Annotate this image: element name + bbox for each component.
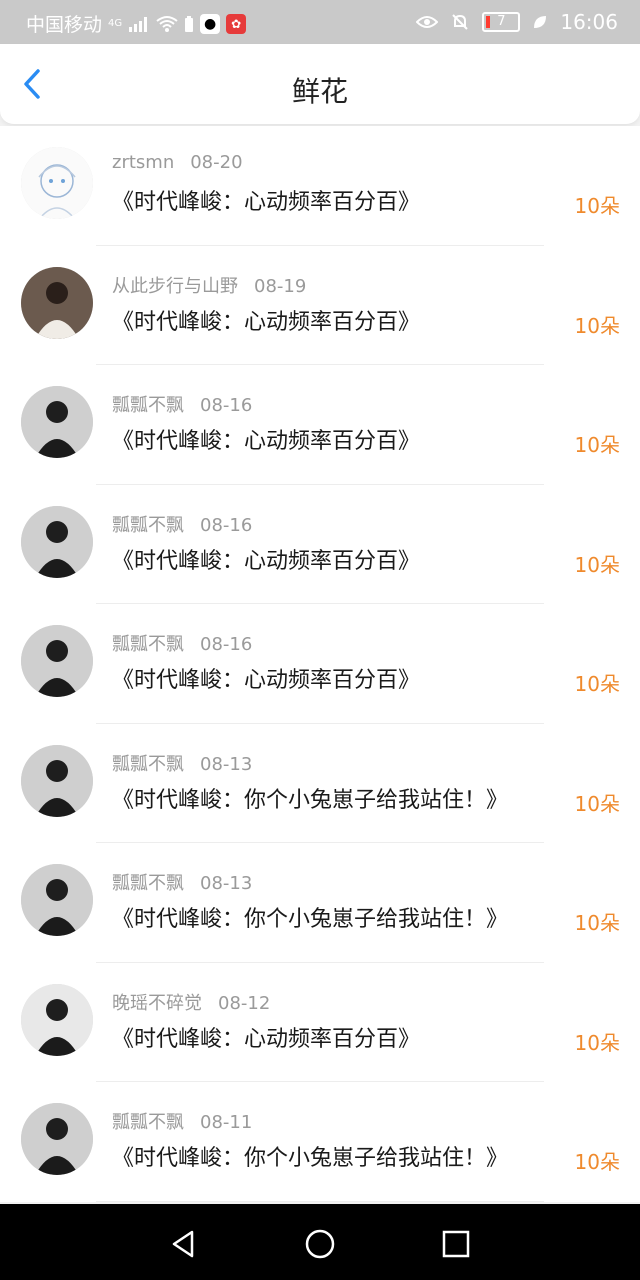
list-item[interactable]: 瓢瓢不飘 08-16 《时代峰峻：心动频率百分百》 10朵 <box>0 365 640 485</box>
record-meta: 瓢瓢不飘 08-11 <box>112 1108 252 1134</box>
book-title[interactable]: 《时代峰峻：心动频率百分百》 <box>112 1021 420 1053</box>
leaf-icon <box>532 14 548 30</box>
avatar[interactable] <box>21 864 93 936</box>
username[interactable]: 从此步行与山野 <box>112 276 238 297</box>
book-title[interactable]: 《时代峰峻：心动频率百分百》 <box>112 662 420 694</box>
flower-count: 10朵 <box>574 1030 620 1055</box>
flower-record-list: zrtsmn 08-20 《时代峰峻：心动频率百分百》 10朵 从此步行与山野 08-19… <box>0 126 640 1202</box>
system-recents-button[interactable] <box>440 1228 472 1260</box>
record-meta: zrtsmn 08-20 <box>112 152 243 173</box>
flower-count: 10朵 <box>574 194 620 218</box>
record-date: 08-16 <box>200 514 253 536</box>
list-item[interactable]: 瓢瓢不飘 08-11 《时代峰峻：你个小兔崽子给我站住！》 10朵 <box>0 1082 640 1202</box>
system-nav-bar <box>0 1204 640 1280</box>
avatar[interactable] <box>21 1103 93 1175</box>
list-item[interactable]: zrtsmn 08-20 《时代峰峻：心动频率百分百》 10朵 <box>0 126 640 246</box>
avatar[interactable] <box>21 983 93 1056</box>
row-divider <box>96 1200 544 1202</box>
flower-count: 10朵 <box>574 672 620 696</box>
qq-icon: ● <box>200 13 221 34</box>
book-title[interactable]: 《时代峰峻：你个小兔崽子给我站住！》 <box>112 1140 508 1172</box>
record-date: 08-13 <box>200 873 253 894</box>
list-item[interactable]: 瓢瓢不飘 08-16 《时代峰峻：心动频率百分百》 10朵 <box>0 604 640 724</box>
username[interactable]: 瓢瓢不飘 <box>112 754 184 775</box>
system-home-button[interactable] <box>304 1228 336 1260</box>
flower-count: 10朵 <box>574 911 620 935</box>
avatar[interactable] <box>21 505 93 578</box>
record-meta: 瓢瓢不飘 08-16 <box>112 391 252 417</box>
username[interactable]: 瓢瓢不飘 <box>112 634 184 655</box>
signal-icon <box>128 15 150 33</box>
username[interactable]: 瓢瓢不飘 <box>112 873 184 894</box>
avatar[interactable] <box>21 386 93 458</box>
square-recents-icon <box>442 1230 470 1258</box>
record-date: 08-16 <box>200 395 253 416</box>
record-meta: 晚瑶不碎觉 08-12 <box>112 989 270 1015</box>
wifi-icon <box>156 15 178 33</box>
book-title[interactable]: 《时代峰峻：心动频率百分百》 <box>112 184 420 216</box>
record-date: 08-13 <box>200 753 253 775</box>
record-meta: 从此步行与山野 08-19 <box>112 272 306 298</box>
flower-count: 10朵 <box>574 313 620 338</box>
book-title[interactable]: 《时代峰峻：心动频率百分百》 <box>112 304 420 336</box>
record-date: 08-16 <box>200 634 253 655</box>
record-meta: 瓢瓢不飘 08-13 <box>112 869 252 895</box>
app-notification-icon: ✿ <box>226 13 247 34</box>
system-back-button[interactable] <box>168 1228 200 1260</box>
eye-icon <box>416 14 439 30</box>
record-date: 08-19 <box>254 275 307 297</box>
record-meta: 瓢瓢不飘 08-16 <box>112 630 252 656</box>
battery-icon: 7 <box>482 12 521 32</box>
clock-time: 16:06 <box>560 10 618 34</box>
book-title[interactable]: 《时代峰峻：你个小兔崽子给我站住！》 <box>112 782 508 814</box>
flower-count: 10朵 <box>574 552 620 577</box>
list-item[interactable]: 晚瑶不碎觉 08-12 《时代峰峻：心动频率百分百》 10朵 <box>0 963 640 1082</box>
record-date: 08-20 <box>190 152 243 173</box>
page-title: 鲜花 <box>291 75 348 108</box>
battery-level: 7 <box>497 14 506 29</box>
list-item[interactable]: 瓢瓢不飘 08-13 《时代峰峻：你个小兔崽子给我站住！》 10朵 <box>0 843 640 963</box>
flower-count: 10朵 <box>574 433 620 457</box>
top-nav-bar: 鲜花 <box>0 44 640 125</box>
username[interactable]: 瓢瓢不飘 <box>112 515 184 536</box>
flower-count: 10朵 <box>574 1150 620 1174</box>
book-title[interactable]: 《时代峰峻：心动频率百分百》 <box>112 423 420 455</box>
carrier-name: 中国移动 <box>26 14 103 36</box>
flower-count: 10朵 <box>574 791 620 816</box>
record-meta: 瓢瓢不飘 08-13 <box>112 750 252 776</box>
username[interactable]: zrtsmn <box>112 152 174 173</box>
username[interactable]: 瓢瓢不飘 <box>112 395 184 416</box>
status-bar: 中国移动 4G ● ✿ 7 16:06 <box>0 0 640 44</box>
mute-bell-icon <box>450 12 470 32</box>
record-date: 08-11 <box>200 1112 253 1133</box>
status-left: 中国移动 4G ● ✿ <box>26 10 247 37</box>
avatar[interactable] <box>21 625 93 697</box>
list-item[interactable]: 从此步行与山野 08-19 《时代峰峻：心动频率百分百》 10朵 <box>0 246 640 365</box>
record-meta: 瓢瓢不飘 08-16 <box>112 511 252 537</box>
list-item[interactable]: 瓢瓢不飘 08-16 《时代峰峻：心动频率百分百》 10朵 <box>0 485 640 604</box>
list-item[interactable]: 瓢瓢不飘 08-13 《时代峰峻：你个小兔崽子给我站住！》 10朵 <box>0 724 640 843</box>
username[interactable]: 瓢瓢不飘 <box>112 1112 184 1133</box>
avatar[interactable] <box>21 147 93 219</box>
network-type: 4G <box>108 18 123 29</box>
avatar[interactable] <box>21 266 93 339</box>
username[interactable]: 晚瑶不碎觉 <box>112 993 202 1014</box>
circle-home-icon <box>305 1229 335 1259</box>
record-date: 08-12 <box>218 992 271 1014</box>
status-right: 7 16:06 <box>416 10 618 34</box>
sim-battery-icon <box>184 15 194 33</box>
triangle-back-icon <box>172 1230 194 1258</box>
avatar[interactable] <box>21 744 93 817</box>
book-title[interactable]: 《时代峰峻：心动频率百分百》 <box>112 543 420 575</box>
book-title[interactable]: 《时代峰峻：你个小兔崽子给我站住！》 <box>112 901 508 933</box>
